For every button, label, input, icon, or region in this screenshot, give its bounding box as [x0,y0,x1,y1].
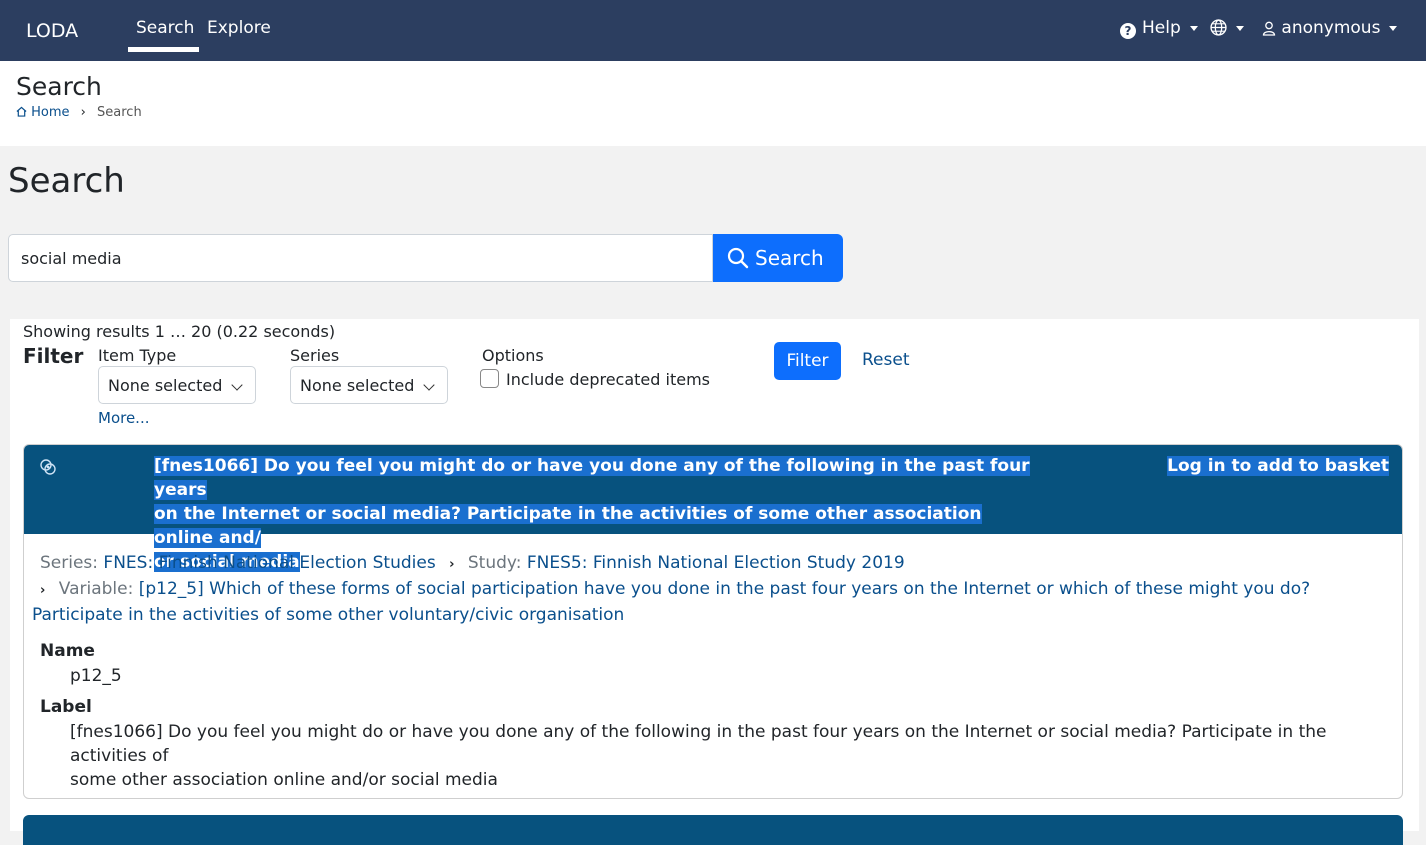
breadcrumb: Home › Search [16,105,142,120]
search-button[interactable]: Search [713,234,843,282]
more-filters-link[interactable]: More... [98,409,150,427]
user-menu[interactable]: anonymous [1262,18,1398,38]
chevron-down-icon [1189,25,1198,31]
label-label: Label [40,697,92,717]
result-card-header: [fnes1066] Do you feel you might do or h… [24,445,1402,572]
options-label: Options [482,346,544,365]
help-icon: ? [1120,23,1136,39]
help-label: Help [1142,18,1181,38]
search-input[interactable] [8,234,713,282]
language-menu[interactable] [1210,18,1244,38]
filter-heading: Filter [23,344,84,368]
study-prefix: Study: [467,553,522,573]
globe-icon [1210,19,1227,36]
include-deprecated-label[interactable]: Include deprecated items [506,370,710,389]
series-label: Series [290,346,340,365]
series-select[interactable]: None selected [290,366,448,404]
filter-button[interactable]: Filter [774,342,841,380]
add-to-basket-link[interactable]: Log in to add to basket [1167,454,1389,478]
chevron-down-icon [423,379,435,391]
nav-active-indicator [128,47,199,52]
breadcrumb-separator-icon: › [80,105,86,120]
results-count: Showing results 1 … 20 (0.22 seconds) [23,322,336,341]
chevron-right-icon: › [40,583,46,598]
variable-type-icon [40,459,56,475]
name-value: p12_5 [70,666,122,686]
person-icon [1262,21,1276,36]
help-menu[interactable]: ? Help [1120,18,1198,39]
top-navbar: LODA Search Explore ? Help anonymous [0,0,1426,61]
study-link[interactable]: FNES5: Finnish National Election Study 2… [527,553,905,573]
label-value-line: some other association online and/or soc… [70,770,498,790]
series-value: None selected [300,376,415,395]
name-label: Name [40,641,95,661]
result-title-line: [fnes1066] Do you feel you might do or h… [154,456,1030,500]
result-context: Series: FNES: Finnish National Election … [32,551,1385,627]
item-type-value: None selected [108,376,223,395]
search-button-label: Search [755,246,824,270]
variable-prefix: Variable: [58,579,134,599]
breadcrumb-home[interactable]: Home [31,105,69,120]
nav-tab-search[interactable]: Search [136,18,194,38]
item-type-label: Item Type [98,346,177,365]
result-title-line: on the Internet or social media? Partici… [154,504,982,548]
next-result-card-header [23,815,1403,845]
include-deprecated-checkbox[interactable] [480,369,499,388]
reset-link[interactable]: Reset [862,350,910,370]
variable-link[interactable]: [p12_5] Which of these forms of social p… [32,579,1310,625]
label-value: [fnes1066] Do you feel you might do or h… [70,720,1380,792]
home-icon [16,106,27,117]
chevron-down-icon [1389,25,1398,31]
series-link[interactable]: FNES: Finnish National Election Studies [103,553,435,573]
brand-logo[interactable]: LODA [26,20,78,42]
chevron-down-icon [231,379,243,391]
page-title: Search [16,72,102,101]
results-panel: Showing results 1 … 20 (0.22 seconds) Fi… [10,319,1419,845]
breadcrumb-current: Search [97,105,142,120]
nav-tab-explore[interactable]: Explore [207,18,271,38]
page-header: Search Home › Search [0,61,1426,146]
chevron-down-icon [1236,25,1244,31]
search-icon [727,247,749,269]
search-heading: Search [8,161,125,201]
label-value-line: [fnes1066] Do you feel you might do or h… [70,722,1327,766]
user-label: anonymous [1281,18,1381,38]
add-to-basket-label: Log in to add to basket [1167,456,1389,476]
result-card: [fnes1066] Do you feel you might do or h… [23,444,1403,799]
item-type-select[interactable]: None selected [98,366,256,404]
chevron-right-icon: › [449,557,455,572]
series-prefix: Series: [40,553,99,573]
